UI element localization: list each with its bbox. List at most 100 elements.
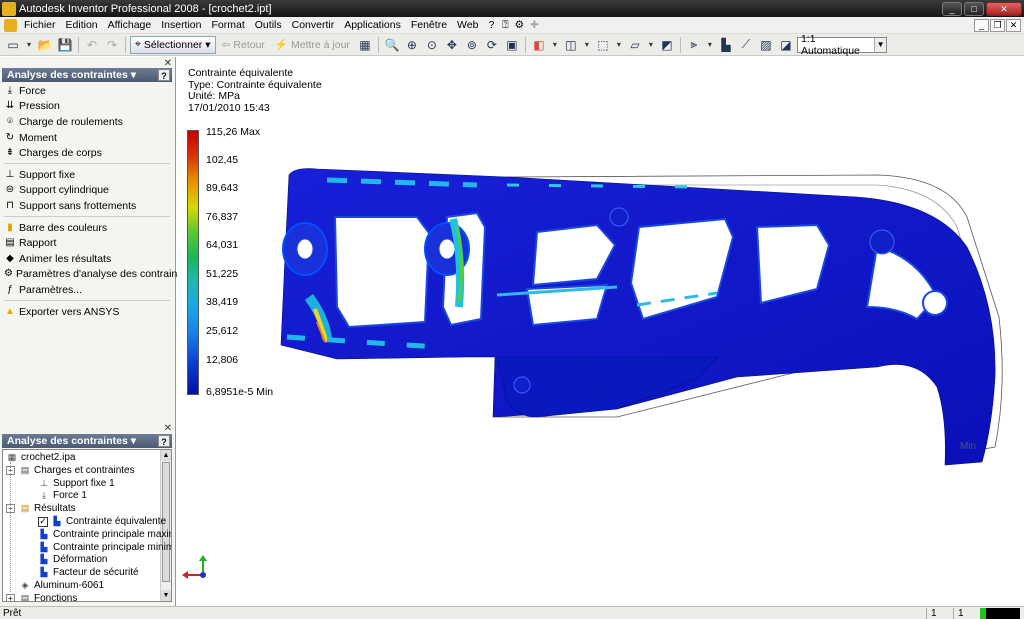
document-icon[interactable]	[4, 18, 17, 32]
animate-play-icon[interactable]: ⫸	[685, 36, 703, 54]
expand-toggle-icon[interactable]: +	[6, 593, 15, 601]
look-at-icon[interactable]: ▣	[503, 36, 521, 54]
legend-tick: 6,8951e-5 Min	[206, 386, 274, 398]
zoom-selected-icon[interactable]: ⊚	[463, 36, 481, 54]
legend-tick: 25,612	[206, 325, 239, 337]
sectioning-icon[interactable]: ◩	[658, 36, 676, 54]
scroll-up-icon[interactable]: ▲	[161, 450, 171, 461]
zoom-all-icon[interactable]: 🔍	[383, 36, 401, 54]
panel-command[interactable]: ▲ Exporter vers ANSYS	[2, 304, 172, 320]
menu-insertion[interactable]: Insertion	[156, 19, 206, 31]
doc-restore-button[interactable]: ❐	[990, 18, 1005, 32]
menu-edition[interactable]: Edition	[61, 19, 103, 31]
browser-node[interactable]: ⤓ Force 1	[38, 489, 87, 502]
new-icon[interactable]: ▭	[4, 36, 22, 54]
minimize-button[interactable]: _	[942, 1, 962, 16]
open-icon[interactable]: 📂	[36, 36, 54, 54]
scale-select[interactable]: 1:1 Automatique ▼	[796, 33, 887, 57]
probe-icon[interactable]: ◪	[777, 36, 795, 54]
chart-icon[interactable]: ▙	[717, 36, 735, 54]
new-dropdown-icon[interactable]: ▾	[24, 36, 34, 54]
browser-node[interactable]: ▤ Fonctions	[19, 592, 78, 601]
browser-node[interactable]: ▤ Charges et contraintes	[19, 464, 135, 477]
maximize-button[interactable]: □	[964, 1, 984, 16]
doc-close-button[interactable]: ✕	[1006, 18, 1021, 32]
panel-command[interactable]: ⇊ Pression	[2, 99, 172, 115]
color-dropdown-icon[interactable]: ▾	[550, 36, 560, 54]
panel-command[interactable]: ⊥ Support fixe	[2, 167, 172, 183]
menu-applications[interactable]: Applications	[339, 19, 406, 31]
shadow-dropdown-icon[interactable]: ▾	[646, 36, 656, 54]
update-button[interactable]: ⚡ Mettre à jour	[271, 36, 354, 54]
browser-node[interactable]: ▙ Contrainte principale minimale	[38, 541, 171, 554]
browser-node[interactable]: ▙ Contrainte principale maximale	[38, 528, 171, 541]
progress-indicator	[980, 608, 1020, 619]
help-icon[interactable]: ?	[158, 435, 170, 447]
help-icon[interactable]: ?	[158, 69, 170, 81]
panel-command[interactable]: ⊓ Support sans frottements	[2, 198, 172, 214]
plus-icon[interactable]: ✚	[527, 19, 542, 31]
panel-command[interactable]: ƒ Paramètres...	[2, 282, 172, 298]
graphics-viewport[interactable]: Contrainte équivalente Type: Contrainte …	[177, 57, 1024, 606]
command-label: Moment	[19, 131, 57, 144]
menu-format[interactable]: Format	[207, 19, 250, 31]
camera-icon[interactable]: ⬚	[594, 36, 612, 54]
panel-command[interactable]: ⤓ Force	[2, 83, 172, 99]
curve-icon[interactable]: ⟋	[737, 36, 755, 54]
panel-command[interactable]: ▤ Rapport	[2, 235, 172, 251]
panel-bar-header[interactable]: Analyse des contraintes ▾?	[2, 68, 172, 82]
color-style-icon[interactable]: ◧	[530, 36, 548, 54]
panel-command[interactable]: ⊜ Support cylindrique	[2, 183, 172, 199]
undo-icon[interactable]: ↶	[83, 36, 101, 54]
ground-shadow-icon[interactable]: ▱	[626, 36, 644, 54]
browser-node[interactable]: ▙ Facteur de sécurité	[38, 566, 139, 579]
menu-fenetre[interactable]: Fenêtre	[406, 19, 452, 31]
safety-factor-icon: ▙	[40, 567, 48, 578]
display-mode-icon[interactable]: ◫	[562, 36, 580, 54]
panel-command[interactable]: ↻ Moment	[2, 130, 172, 146]
browser-node[interactable]: ◈ Aluminum-6061	[19, 579, 105, 592]
command-label: Support fixe	[19, 168, 76, 181]
web-link-icon[interactable]: ⚙	[512, 19, 527, 31]
panel-command[interactable]: ⌾ Charge de roulements	[2, 114, 172, 130]
color-bar-toggle-icon[interactable]: ▨	[757, 36, 775, 54]
browser-node[interactable]: ▤ Résultats	[19, 502, 76, 515]
scroll-down-icon[interactable]: ▼	[161, 590, 171, 601]
rotate-icon[interactable]: ⟳	[483, 36, 501, 54]
panel-command[interactable]: ◆ Animer les résultats	[2, 251, 172, 267]
checkbox-checked-icon[interactable]: ✓	[38, 516, 48, 527]
panel-command[interactable]: ⚙ Paramètres d'analyse des contraintes	[2, 267, 191, 283]
window-title: Autodesk Inventor Professional 2008 - [c…	[19, 2, 272, 15]
menu-help[interactable]: ?	[483, 19, 499, 31]
menu-convertir[interactable]: Convertir	[287, 19, 340, 31]
select-button[interactable]: ⌖ Sélectionner ▾	[130, 35, 216, 54]
browser-node[interactable]: ⊥ Support fixe 1	[38, 477, 115, 490]
browser-header[interactable]: Analyse des contraintes ▾?	[2, 434, 172, 448]
menu-web[interactable]: Web	[452, 19, 483, 31]
browser-close-icon[interactable]: ✕	[164, 423, 172, 434]
panel-command[interactable]: ⇟ Charges de corps	[2, 145, 172, 161]
analysis-settings-icon: ⚙	[4, 268, 13, 280]
panel-command[interactable]: ▮ Barre des couleurs	[2, 220, 172, 236]
zoom-icon[interactable]: ⊕	[403, 36, 421, 54]
camera-dropdown-icon[interactable]: ▾	[614, 36, 624, 54]
browser-node[interactable]: ✓ ▙ Contrainte équivalente	[38, 515, 166, 528]
browser-node[interactable]: ▙ Déformation	[38, 553, 108, 566]
menu-fichier[interactable]: Fichier	[19, 19, 61, 31]
display-dropdown-icon[interactable]: ▾	[582, 36, 592, 54]
close-window-button[interactable]: ✕	[986, 1, 1022, 16]
doc-minimize-button[interactable]: _	[974, 18, 989, 32]
measure-icon[interactable]: ▦	[356, 36, 374, 54]
redo-icon[interactable]: ↷	[103, 36, 121, 54]
back-button[interactable]: ⇦ Retour	[218, 36, 269, 54]
animate-dropdown-icon[interactable]: ▾	[705, 36, 715, 54]
pan-icon[interactable]: ✥	[443, 36, 461, 54]
zoom-window-icon[interactable]: ⊙	[423, 36, 441, 54]
menu-outils[interactable]: Outils	[250, 19, 287, 31]
save-icon[interactable]: 💾	[56, 36, 74, 54]
menu-affichage[interactable]: Affichage	[103, 19, 157, 31]
browser-node[interactable]: ▦ crochet2.ipa	[6, 451, 76, 464]
status-bar: Prêt 1 1	[0, 606, 1024, 619]
help-icon[interactable]: ⍰	[499, 19, 511, 32]
pressure-icon: ⇊	[5, 100, 15, 112]
